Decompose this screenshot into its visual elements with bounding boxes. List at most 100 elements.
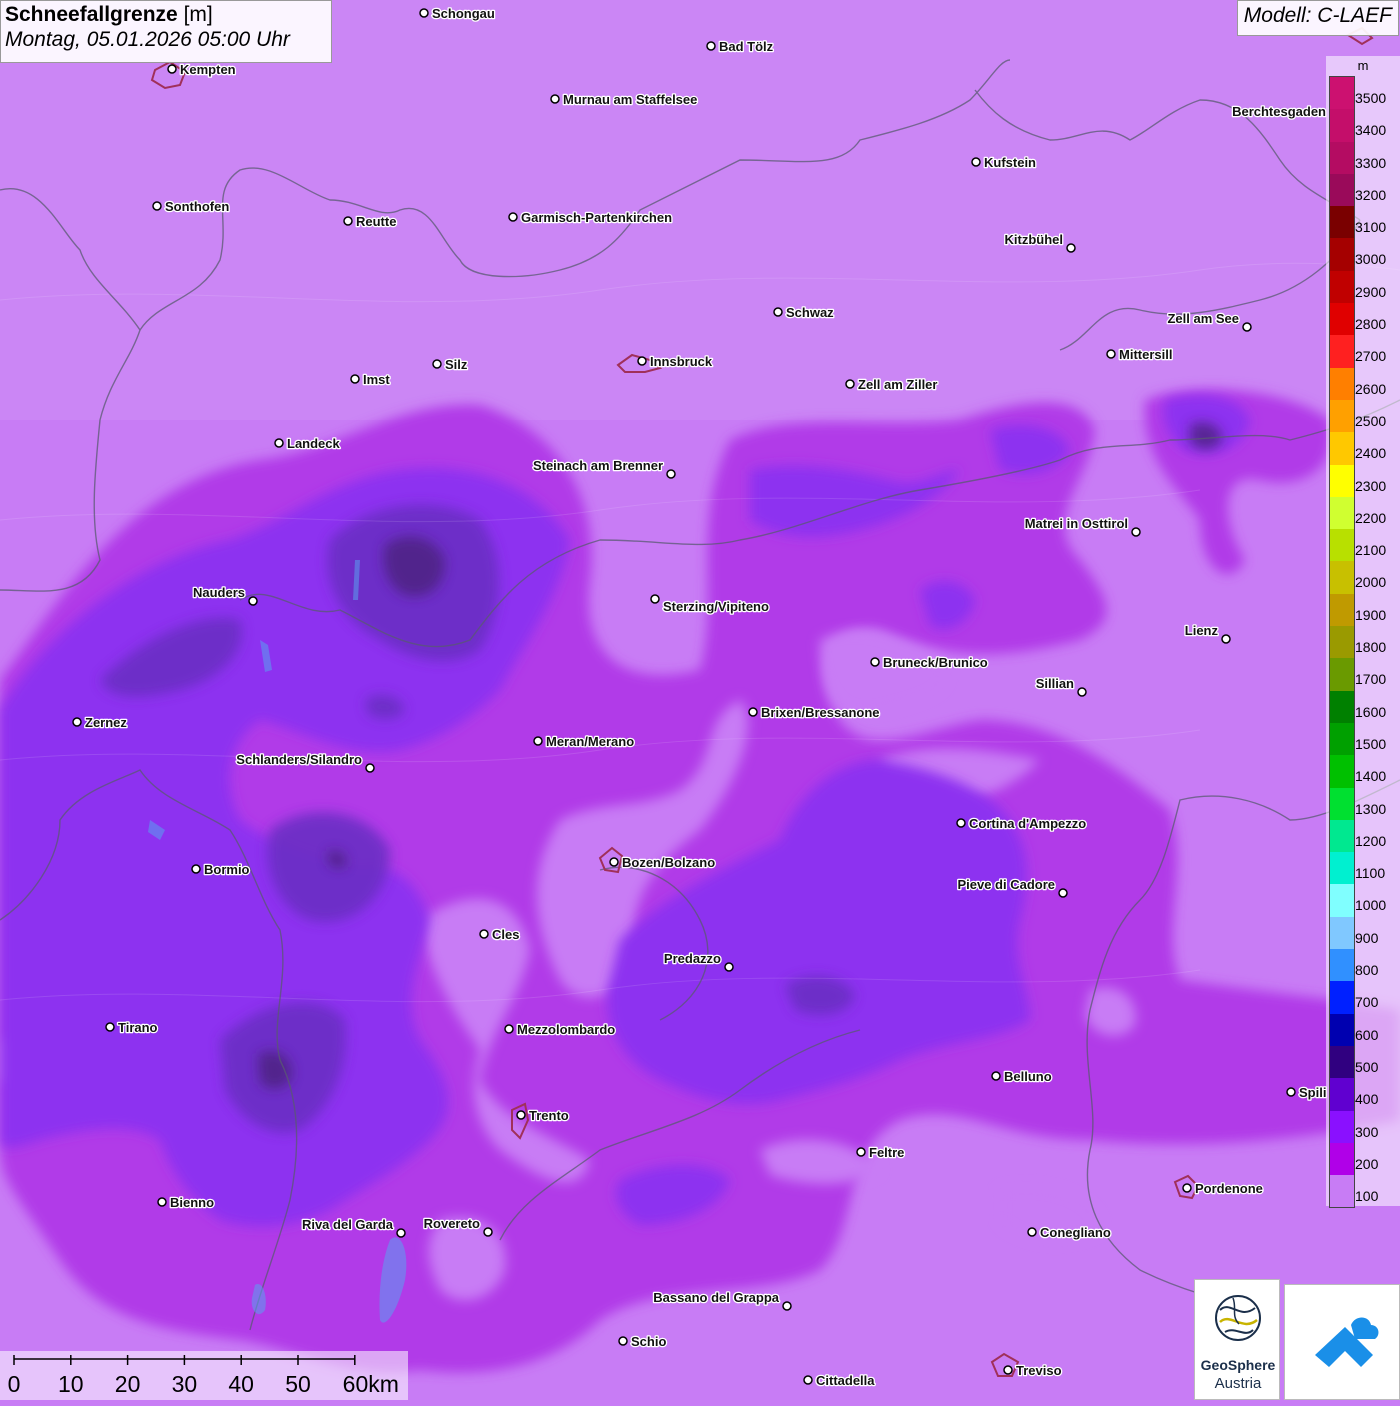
city-dot: [1131, 527, 1141, 537]
legend-swatch: [1330, 819, 1354, 853]
city-dot: [782, 1301, 792, 1311]
city-marker[interactable]: Meran/Merano: [533, 733, 635, 750]
scale-label: 60km: [342, 1371, 399, 1397]
city-marker[interactable]: Mezzolombardo: [504, 1021, 617, 1038]
legend-label: 2300: [1355, 477, 1387, 494]
scale-label: 30: [171, 1371, 198, 1397]
geosphere-austria-logo[interactable]: GeoSphere Austria: [1194, 1279, 1280, 1400]
city-label: Conegliano: [1040, 1225, 1111, 1240]
city-dot: [706, 41, 716, 51]
legend-label: 2400: [1355, 445, 1387, 462]
city-label: Schlanders/Silandro: [236, 752, 362, 767]
legend-swatch: [1330, 77, 1354, 110]
legend-label: 2500: [1355, 412, 1387, 429]
legend-swatch: [1330, 593, 1354, 627]
city-label: Tirano: [118, 1020, 158, 1035]
legend-swatch: [1330, 1110, 1354, 1143]
legend-swatch: [1330, 561, 1354, 594]
city-marker[interactable]: Brixen/Bressanone: [748, 704, 881, 721]
legend-swatch: [1330, 949, 1354, 982]
city-dot: [971, 157, 981, 167]
legend-label: 2900: [1355, 283, 1387, 300]
city-label: Lienz: [1185, 623, 1219, 638]
legend-swatch: [1330, 432, 1354, 465]
city-dot: [1106, 349, 1116, 359]
legend-swatch: [1330, 755, 1354, 788]
city-label: Kitzbühel: [1005, 232, 1064, 247]
snowfall-line-map[interactable]: Schongau Bad Tölz Kempten Murnau am Staffel…: [0, 0, 1400, 1400]
city-label: Kempten: [180, 62, 236, 77]
city-label: Garmisch-Partenkirchen: [521, 210, 672, 225]
legend-label: 300: [1355, 1123, 1379, 1140]
legend-label: 1000: [1355, 897, 1387, 914]
legend-swatch: [1330, 626, 1354, 659]
legend-label: 1300: [1355, 800, 1387, 817]
city-label: Schwaz: [786, 305, 834, 320]
legend-label: 2100: [1355, 542, 1387, 559]
legend-swatch: [1330, 884, 1354, 917]
legend-swatch: [1330, 367, 1354, 400]
city-marker[interactable]: Pordenone: [1182, 1180, 1264, 1197]
city-dot: [479, 929, 489, 939]
city-marker[interactable]: Bozen/Bolzano: [609, 854, 717, 871]
city-dot: [870, 657, 880, 667]
legend-label: 1100: [1355, 865, 1386, 882]
city-label: Sonthofen: [165, 199, 229, 214]
legend-label: 2000: [1355, 574, 1387, 591]
scale-label: 20: [114, 1371, 141, 1397]
legend-label: 400: [1355, 1091, 1379, 1108]
legend-label: 500: [1355, 1058, 1379, 1075]
legend-label: 1400: [1355, 768, 1387, 785]
legend-unit: m: [1357, 58, 1369, 73]
city-marker[interactable]: Zell am Ziller: [845, 376, 939, 393]
city-dot: [504, 1024, 514, 1034]
city-label: Bassano del Grappa: [653, 1290, 779, 1305]
legend-swatch: [1330, 173, 1354, 207]
scale-label: 10: [58, 1371, 84, 1397]
city-label: Rovereto: [424, 1216, 480, 1231]
city-dot: [550, 94, 560, 104]
city-marker[interactable]: Sonthofen: [152, 198, 231, 215]
city-label: Kufstein: [984, 155, 1036, 170]
city-label: Sterzing/Vipiteno: [663, 599, 769, 614]
city-marker[interactable]: Bruneck/Brunico: [870, 654, 989, 671]
map-title: Schneefallgrenze [m]: [5, 3, 327, 27]
city-label: Treviso: [1016, 1363, 1062, 1378]
city-dot: [1003, 1365, 1013, 1375]
city-marker[interactable]: Conegliano: [1027, 1224, 1112, 1241]
legend-swatch: [1330, 529, 1354, 562]
city-dot: [365, 763, 375, 773]
city-marker[interactable]: Murnau am Staffelsee: [550, 91, 699, 108]
city-marker[interactable]: Innsbruck: [637, 353, 714, 370]
legend-label: 1200: [1355, 832, 1387, 849]
city-dot: [343, 216, 353, 226]
city-dot: [618, 1336, 628, 1346]
city-dot: [856, 1147, 866, 1157]
model-label: Modell: C-LAEF: [1236, 0, 1399, 36]
legend-swatch: [1330, 1013, 1354, 1046]
legend-label: 3400: [1355, 122, 1387, 139]
city-label: Belluno: [1004, 1069, 1052, 1084]
city-marker[interactable]: Cortina d'Ampezzo: [956, 815, 1088, 832]
app-logo[interactable]: [1284, 1284, 1400, 1400]
city-marker[interactable]: Garmisch-Partenkirchen: [508, 209, 673, 226]
city-label: Predazzo: [664, 951, 721, 966]
city-dot: [508, 212, 518, 222]
city-label: Zernez: [85, 715, 127, 730]
legend-swatch: [1330, 303, 1354, 336]
legend-swatch: [1330, 658, 1354, 691]
city-label: Feltre: [869, 1145, 904, 1160]
city-marker[interactable]: Schongau: [419, 5, 496, 22]
city-dot: [72, 717, 82, 727]
legend-swatch: [1330, 1045, 1354, 1079]
city-label: Innsbruck: [650, 354, 713, 369]
city-label: Cles: [492, 927, 519, 942]
legend-swatch: [1330, 1142, 1354, 1176]
legend-swatch: [1330, 464, 1354, 497]
legend-label: 200: [1355, 1155, 1379, 1172]
city-label: Meran/Merano: [546, 734, 634, 749]
city-dot: [350, 374, 360, 384]
legend-color-bar: [1329, 76, 1355, 1209]
legend-label: 1900: [1355, 606, 1387, 623]
geosphere-logo-text: GeoSphere: [1200, 1357, 1276, 1373]
